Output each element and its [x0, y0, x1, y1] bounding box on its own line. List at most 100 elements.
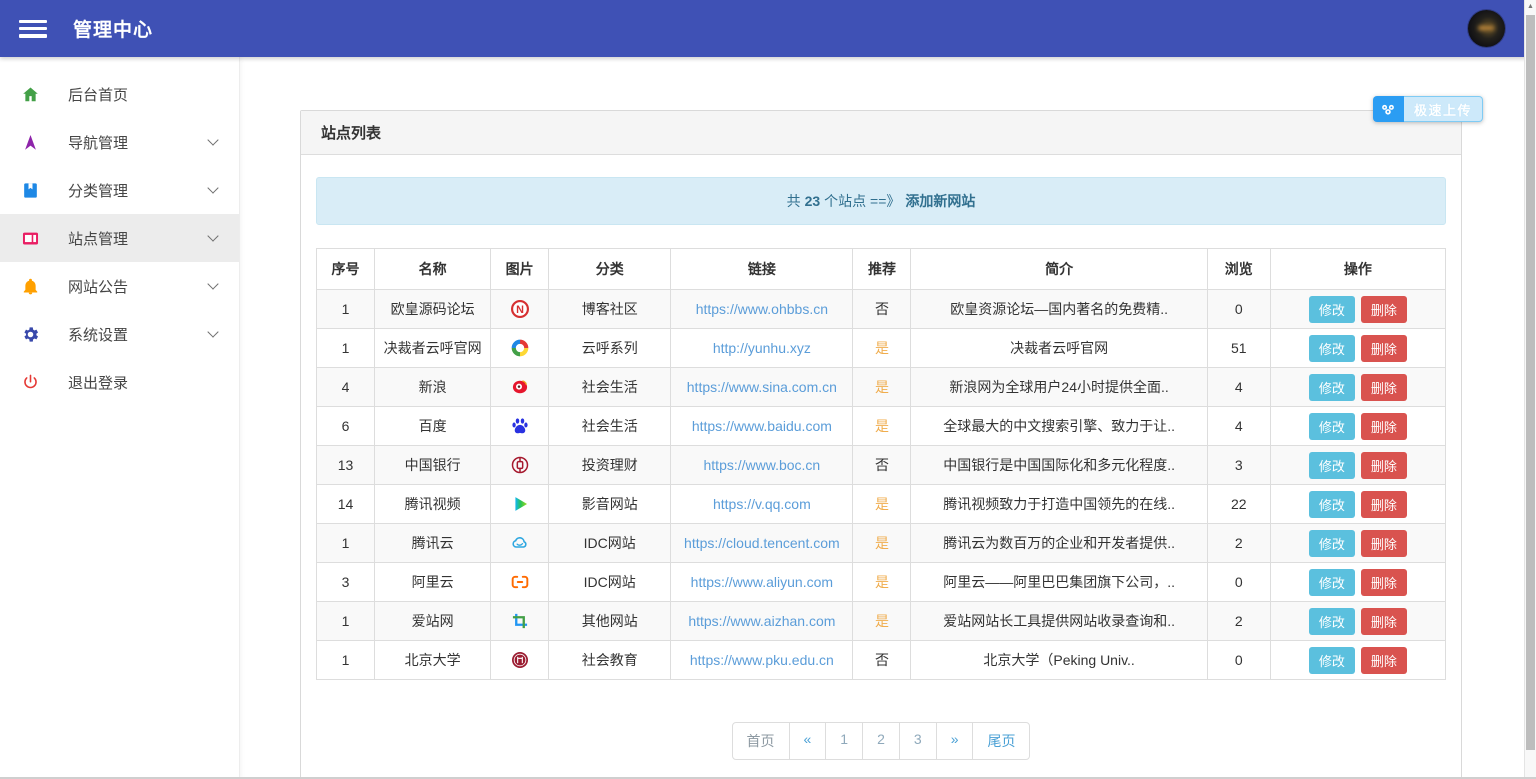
site-link[interactable]: http://yunhu.xyz — [713, 340, 811, 356]
sidebar-item-category[interactable]: 分类管理 — [0, 166, 239, 214]
delete-button[interactable]: 删除 — [1361, 374, 1407, 401]
site-link[interactable]: https://www.aizhan.com — [688, 613, 835, 629]
table-row: 1爱站网其他网站https://www.aizhan.com是爱站网站长工具提供… — [317, 602, 1446, 641]
tencent-video-site-icon — [510, 494, 530, 514]
site-link[interactable]: https://www.aliyun.com — [691, 574, 833, 590]
cell-icon — [491, 563, 549, 602]
recommended-flag: 是 — [875, 613, 889, 629]
delete-button[interactable]: 删除 — [1361, 296, 1407, 323]
table-row: 1北京大学社会教育https://www.pku.edu.cn否北京大学（Pek… — [317, 641, 1446, 680]
cell-link: https://www.aizhan.com — [671, 602, 853, 641]
cell-link: https://www.pku.edu.cn — [671, 641, 853, 680]
cell-seq: 1 — [317, 290, 375, 329]
cell-recommended: 否 — [853, 446, 911, 485]
cell-actions: 修改删除 — [1270, 563, 1445, 602]
cell-recommended: 否 — [853, 641, 911, 680]
site-link[interactable]: https://www.sina.com.cn — [687, 379, 837, 395]
cell-views: 0 — [1207, 641, 1270, 680]
cell-seq: 13 — [317, 446, 375, 485]
cell-link: https://www.baidu.com — [671, 407, 853, 446]
sidebar-item-nav[interactable]: 导航管理 — [0, 118, 239, 166]
cell-description: 爱站网站长工具提供网站收录查询和.. — [911, 602, 1207, 641]
pku-site-icon — [510, 650, 530, 670]
site-link[interactable]: https://v.qq.com — [713, 496, 811, 512]
chevron-down-icon — [207, 326, 218, 337]
edit-button[interactable]: 修改 — [1309, 452, 1355, 479]
column-header: 名称 — [375, 249, 491, 290]
delete-button[interactable]: 删除 — [1361, 491, 1407, 518]
sidebar-item-gear[interactable]: 系统设置 — [0, 310, 239, 358]
table-row: 1决裁者云呼官网云呼系列http://yunhu.xyz是决裁者云呼官网51修改… — [317, 329, 1446, 368]
page-item-5[interactable]: » — [936, 722, 974, 760]
cell-category: 其他网站 — [549, 602, 671, 641]
cell-description: 决裁者云呼官网 — [911, 329, 1207, 368]
edit-button[interactable]: 修改 — [1309, 374, 1355, 401]
delete-button[interactable]: 删除 — [1361, 335, 1407, 362]
cell-views: 2 — [1207, 524, 1270, 563]
cell-views: 0 — [1207, 290, 1270, 329]
site-icon — [18, 229, 42, 248]
cell-name: 百度 — [375, 407, 491, 446]
site-count-alert: 共23个站点 ==》添加新网站 — [316, 177, 1446, 225]
delete-button[interactable]: 删除 — [1361, 452, 1407, 479]
scrollbar-thumb[interactable] — [1526, 15, 1535, 750]
sidebar: 后台首页导航管理分类管理站点管理网站公告系统设置退出登录 — [0, 57, 240, 779]
user-avatar[interactable] — [1468, 10, 1505, 47]
sidebar-item-bell[interactable]: 网站公告 — [0, 262, 239, 310]
sidebar-item-label: 站点管理 — [68, 228, 128, 249]
menu-toggle-icon[interactable] — [18, 18, 48, 40]
cell-seq: 6 — [317, 407, 375, 446]
cell-description: 腾讯视频致力于打造中国领先的在线.. — [911, 485, 1207, 524]
cell-views: 22 — [1207, 485, 1270, 524]
sidebar-item-label: 退出登录 — [68, 372, 128, 393]
edit-button[interactable]: 修改 — [1309, 335, 1355, 362]
sidebar-item-label: 后台首页 — [68, 84, 128, 105]
page-item-1[interactable]: « — [789, 722, 827, 760]
page-item-0[interactable]: 首页 — [732, 722, 790, 760]
cell-icon: N — [491, 290, 549, 329]
vertical-scrollbar[interactable]: ▲ — [1524, 0, 1536, 777]
delete-button[interactable]: 删除 — [1361, 413, 1407, 440]
cell-recommended: 是 — [853, 329, 911, 368]
cell-icon — [491, 407, 549, 446]
site-link[interactable]: https://www.ohbbs.cn — [696, 301, 828, 317]
site-link[interactable]: https://www.boc.cn — [704, 457, 821, 473]
quick-upload-button[interactable]: 极速上传 — [1373, 96, 1483, 122]
sidebar-item-label: 导航管理 — [68, 132, 128, 153]
cell-views: 0 — [1207, 563, 1270, 602]
site-link[interactable]: https://www.baidu.com — [692, 418, 832, 434]
table-row: 3阿里云IDC网站https://www.aliyun.com是阿里云——阿里巴… — [317, 563, 1446, 602]
edit-button[interactable]: 修改 — [1309, 296, 1355, 323]
cell-recommended: 是 — [853, 368, 911, 407]
site-link[interactable]: https://cloud.tencent.com — [684, 535, 840, 551]
edit-button[interactable]: 修改 — [1309, 530, 1355, 557]
sidebar-item-home[interactable]: 后台首页 — [0, 70, 239, 118]
sidebar-item-power[interactable]: 退出登录 — [0, 358, 239, 406]
delete-button[interactable]: 删除 — [1361, 608, 1407, 635]
edit-button[interactable]: 修改 — [1309, 569, 1355, 596]
edit-button[interactable]: 修改 — [1309, 647, 1355, 674]
scroll-up-arrow[interactable]: ▲ — [1525, 0, 1536, 13]
main-content: 站点列表 共23个站点 ==》添加新网站 序号名称图片分类链接推荐简介浏览操作 … — [240, 57, 1536, 779]
yunhu-site-icon — [510, 338, 530, 358]
cell-actions: 修改删除 — [1270, 602, 1445, 641]
page-item-1[interactable]: 1 — [825, 722, 863, 760]
page-item-3[interactable]: 3 — [899, 722, 937, 760]
page-item-2[interactable]: 2 — [862, 722, 900, 760]
sidebar-item-site[interactable]: 站点管理 — [0, 214, 239, 262]
delete-button[interactable]: 删除 — [1361, 569, 1407, 596]
cell-seq: 1 — [317, 329, 375, 368]
edit-button[interactable]: 修改 — [1309, 608, 1355, 635]
delete-button[interactable]: 删除 — [1361, 530, 1407, 557]
recommended-flag: 否 — [875, 457, 889, 473]
edit-button[interactable]: 修改 — [1309, 491, 1355, 518]
cell-name: 决裁者云呼官网 — [375, 329, 491, 368]
edit-button[interactable]: 修改 — [1309, 413, 1355, 440]
site-link[interactable]: https://www.pku.edu.cn — [690, 652, 834, 668]
table-row: 6百度社会生活https://www.baidu.com是全球最大的中文搜索引擎… — [317, 407, 1446, 446]
boc-site-icon — [510, 455, 530, 475]
delete-button[interactable]: 删除 — [1361, 647, 1407, 674]
add-site-link[interactable]: 添加新网站 — [905, 193, 975, 209]
cell-seq: 1 — [317, 602, 375, 641]
page-item-6[interactable]: 尾页 — [972, 722, 1030, 760]
